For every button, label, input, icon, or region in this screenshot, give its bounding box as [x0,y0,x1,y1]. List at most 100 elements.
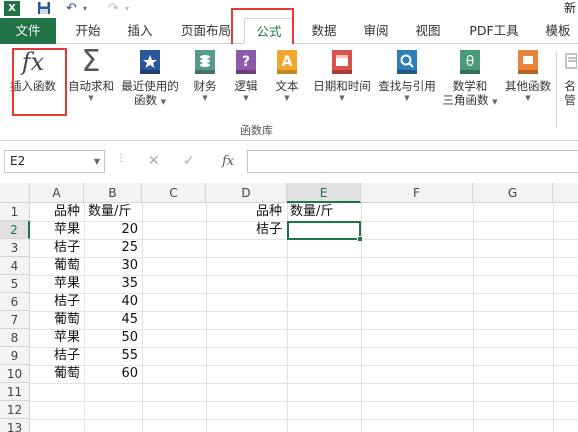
tag-icon [563,48,578,76]
tab-view[interactable]: 视图 [404,18,452,43]
cell-a5[interactable]: 苹果 [54,275,80,293]
cell-a10[interactable]: 葡萄 [54,365,80,383]
row-header-2[interactable]: 2 [0,221,30,239]
tab-pdf-tools[interactable]: PDF工具 [458,18,530,43]
tab-data[interactable]: 数据 [300,18,348,43]
sigma-icon: Σ [81,44,101,79]
row-header-10[interactable]: 10 [0,365,30,383]
cell-a7[interactable]: 葡萄 [54,311,80,329]
cell-a2[interactable]: 苹果 [54,221,80,239]
formula-input[interactable] [247,150,578,173]
column-header-e[interactable]: E [287,183,361,203]
column-header-b[interactable]: B [84,183,142,203]
svg-text:θ: θ [466,54,475,70]
cell-d1[interactable]: 品种 [256,203,282,221]
tab-templates[interactable]: 模板 [538,18,578,43]
row-header-3[interactable]: 3 [0,239,30,257]
row-header-9[interactable]: 9 [0,347,30,365]
undo-icon[interactable]: ↶ [66,1,77,16]
undo-dropdown-icon[interactable]: ▾ [83,1,87,16]
more-book-icon [514,48,542,76]
financial-button[interactable]: 财务 ▼ [186,48,224,103]
column-header-d[interactable]: D [206,183,287,203]
select-all-corner[interactable] [0,183,30,203]
enter-icon[interactable]: ✓ [183,150,195,173]
chevron-down-icon: ▼ [202,94,208,102]
cell-a6[interactable]: 桔子 [54,293,80,311]
cell-b5[interactable]: 35 [84,275,142,293]
svg-text:A: A [282,54,293,70]
text-button[interactable]: A 文本 ▼ [268,48,306,103]
cell-a4[interactable]: 葡萄 [54,257,80,275]
recently-used-button[interactable]: 最近使用的 函数 ▼ [118,48,182,109]
cell-a1[interactable]: 品种 [54,203,80,221]
tab-file[interactable]: 文件 [0,18,56,44]
row-header-6[interactable]: 6 [0,293,30,311]
math-trig-button[interactable]: θ 数学和 三角函数 ▼ [440,48,500,109]
cell-e1[interactable]: 数量/斤 [290,203,333,221]
lookup-reference-button[interactable]: 查找与引用 ▼ [376,48,438,103]
row-header-1[interactable]: 1 [0,203,30,221]
cell-b2[interactable]: 20 [84,221,142,239]
row-header-12[interactable]: 12 [0,401,30,419]
excel-logo-icon: X [4,1,20,16]
cell-b9[interactable]: 55 [84,347,142,365]
function-library-group-label: 函数库 [240,124,273,137]
text-book-icon: A [273,48,301,76]
save-icon[interactable] [37,1,51,16]
cancel-icon[interactable]: ✕ [148,150,160,173]
fill-handle[interactable] [357,236,363,242]
row-header-11[interactable]: 11 [0,383,30,401]
calendar-book-icon [328,48,356,76]
theta-book-icon: θ [456,48,484,76]
chevron-down-icon: ▼ [284,94,290,102]
column-header-a[interactable]: A [30,183,84,203]
tab-home[interactable]: 开始 [62,18,114,43]
autosum-button[interactable]: Σ 自动求和 ▼ [64,44,118,103]
cell-a3[interactable]: 桔子 [54,239,80,257]
column-header-h[interactable] [553,183,578,203]
active-cell-e2[interactable] [287,221,361,240]
row-header-4[interactable]: 4 [0,257,30,275]
cell-b6[interactable]: 40 [84,293,142,311]
more-functions-button[interactable]: 其他函数 ▼ [500,48,556,103]
redo-icon[interactable]: ↷ [108,1,119,16]
name-box[interactable]: E2 ▼ [4,150,105,173]
chevron-down-icon: ▼ [404,94,410,102]
logical-button[interactable]: ? 逻辑 ▼ [228,48,264,103]
cell-b4[interactable]: 30 [84,257,142,275]
cell-a8[interactable]: 苹果 [54,329,80,347]
drag-handle-icon[interactable]: ⋮ [116,153,126,164]
cell-b7[interactable]: 45 [84,311,142,329]
ribbon-separator [556,52,557,128]
formula-bar: E2 ▼ ⋮ ✕ ✓ fx [0,141,578,183]
window-title: 新 [563,1,576,15]
tab-insert[interactable]: 插入 [116,18,164,43]
row-header-7[interactable]: 7 [0,311,30,329]
chevron-down-icon: ▼ [88,94,94,102]
cell-b1[interactable]: 数量/斤 [88,203,131,221]
date-time-button[interactable]: 日期和时间 ▼ [310,48,374,103]
tab-review[interactable]: 审阅 [352,18,400,43]
insert-function-fx-icon[interactable]: fx [222,150,234,173]
column-header-c[interactable]: C [142,183,206,203]
cell-b8[interactable]: 50 [84,329,142,347]
star-book-icon [136,48,164,76]
spreadsheet-grid[interactable]: A B C D E F G 1 2 3 4 5 6 7 8 9 10 11 12… [0,183,578,432]
row-header-8[interactable]: 8 [0,329,30,347]
chevron-down-icon[interactable]: ▼ [94,151,100,172]
chevron-down-icon: ▼ [525,94,531,102]
cell-b10[interactable]: 60 [84,365,142,383]
column-header-g[interactable]: G [473,183,553,203]
name-manager-button[interactable]: 名 管 [562,48,578,107]
cell-a9[interactable]: 桔子 [54,347,80,365]
row-header-13[interactable]: 13 [0,419,30,432]
row-header-5[interactable]: 5 [0,275,30,293]
insert-function-highlight-box [12,48,67,116]
cell-b3[interactable]: 25 [84,239,142,257]
column-header-f[interactable]: F [361,183,473,203]
svg-text:?: ? [242,54,250,70]
redo-dropdown-icon[interactable]: ▾ [125,1,129,16]
cell-d2[interactable]: 桔子 [256,221,282,239]
question-book-icon: ? [232,48,260,76]
